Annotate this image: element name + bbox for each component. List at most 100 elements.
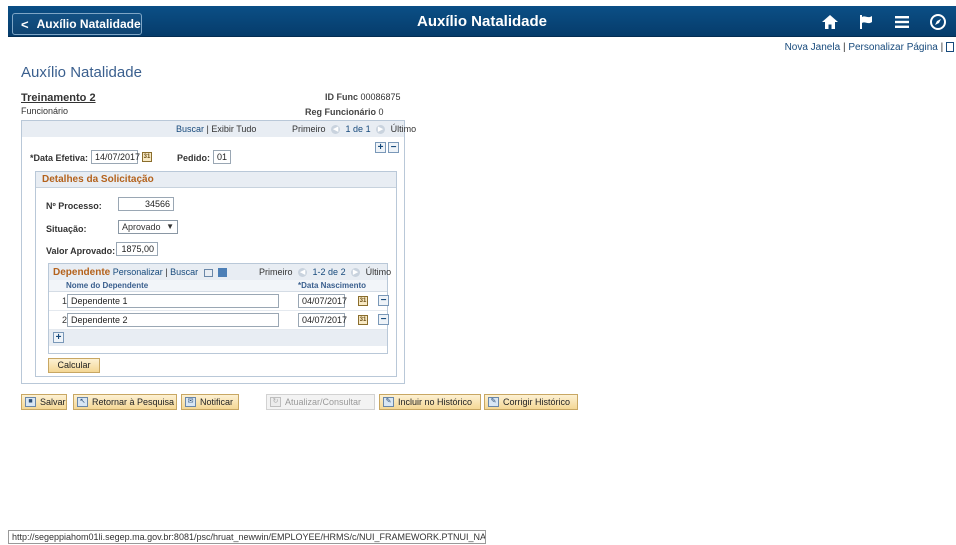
dependents-grid: Dependente Personalizar | Buscar Primeir… <box>48 263 391 354</box>
table-row: 2 Dependente 2 04/07/2017 31 − <box>49 311 389 330</box>
browser-status-url: http://segeppiahom01li.segep.ma.gov.br:8… <box>8 530 486 544</box>
return-to-search-button[interactable]: ↖ Retornar à Pesquisa <box>73 394 177 410</box>
first-label: Primeiro <box>292 124 326 134</box>
return-icon: ↖ <box>77 397 88 407</box>
table-row: 1 Dependente 1 04/07/2017 31 − <box>49 292 389 311</box>
link-separator: | <box>940 42 944 53</box>
status-label: Situação: <box>46 224 87 234</box>
update-icon: ↻ <box>270 397 281 407</box>
dependents-column-headers: Nome do Dependente *Data Nascimento <box>49 280 387 292</box>
order-label: Pedido: <box>177 153 210 163</box>
delete-row-icon[interactable]: − <box>388 142 399 153</box>
grid-nav: Primeiro ◀ 1-2 de 2 ▶ Último <box>259 267 392 278</box>
save-label: Salvar <box>40 397 66 407</box>
top-banner: < Auxílio Natalidade Auxílio Natalidade <box>8 6 956 37</box>
scroll-nav-bar: Buscar | Exibir Tudo Primeiro ◀ 1 de 1 ▶… <box>22 121 416 137</box>
grid-row-count: 1-2 de 2 <box>312 267 346 277</box>
return-label: Retornar à Pesquisa <box>92 397 175 407</box>
request-details-group: Detalhes da Solicitação Nº Processo: 345… <box>35 171 397 377</box>
column-header-name: Nome do Dependente <box>66 281 149 290</box>
process-label: Nº Processo: <box>46 201 102 211</box>
new-window-link[interactable]: Nova Janela <box>785 42 841 53</box>
notify-label: Notificar <box>200 397 234 407</box>
page-toolbar: ■ Salvar ↖ Retornar à Pesquisa ✉ Notific… <box>21 394 581 411</box>
view-all-link[interactable]: Exibir Tudo <box>211 124 256 134</box>
birth-date-input[interactable]: 04/07/2017 <box>298 294 347 308</box>
include-history-button[interactable]: ✎ Incluir no Histórico <box>379 394 481 410</box>
menu-icon[interactable] <box>884 10 920 34</box>
dependents-grid-header: Dependente Personalizar | Buscar Primeir… <box>49 264 391 280</box>
correct-history-icon: ✎ <box>488 397 499 407</box>
save-button[interactable]: ■ Salvar <box>21 394 67 410</box>
navbar-icon[interactable] <box>920 10 956 34</box>
correct-history-button[interactable]: ✎ Corrigir Histórico <box>484 394 578 410</box>
grid-first-label: Primeiro <box>259 267 293 277</box>
order-input[interactable]: 01 <box>213 150 231 164</box>
employee-reg: Reg Funcionário 0 <box>305 107 384 117</box>
column-header-birth: *Data Nascimento <box>298 281 367 290</box>
dependent-name-input[interactable]: Dependente 2 <box>67 313 279 327</box>
flag-icon[interactable] <box>848 10 884 34</box>
dependents-grid-footer: + <box>49 330 387 346</box>
personalize-page-link[interactable]: Personalizar Página <box>848 42 938 53</box>
page-title: Auxílio Natalidade <box>21 64 142 81</box>
home-icon[interactable] <box>812 10 848 34</box>
employee-id-label: ID Func <box>325 92 358 102</box>
link-separator: | <box>842 42 846 53</box>
employee-reg-value: 0 <box>378 107 384 117</box>
status-select-value: Aprovado <box>122 222 161 232</box>
search-link[interactable]: Buscar <box>176 124 204 134</box>
correct-history-label: Corrigir Histórico <box>503 397 571 407</box>
next-icon[interactable]: ▶ <box>376 125 386 135</box>
nav-separator: | <box>206 124 209 134</box>
effective-date-input[interactable]: 14/07/2017 <box>91 150 140 164</box>
chevron-down-icon: ▼ <box>166 222 174 231</box>
approved-amount-label: Valor Aprovado: <box>46 246 116 256</box>
notify-icon: ✉ <box>185 397 196 407</box>
update-display-button: ↻ Atualizar/Consultar <box>266 394 375 410</box>
previous-icon[interactable]: ◀ <box>331 125 341 135</box>
calculate-button[interactable]: Calcular <box>48 358 100 373</box>
request-details-header: Detalhes da Solicitação <box>36 172 396 188</box>
personalize-link[interactable]: Personalizar <box>113 267 163 277</box>
help-icon[interactable] <box>946 42 954 53</box>
effective-date-label: *Data Efetiva: <box>30 153 89 163</box>
include-history-label: Incluir no Histórico <box>398 397 473 407</box>
banner-actions <box>812 10 956 34</box>
birth-date-input[interactable]: 04/07/2017 <box>298 313 347 327</box>
calendar-icon[interactable]: 31 <box>358 315 368 325</box>
add-row-icon[interactable]: + <box>53 332 64 343</box>
grid-next-icon[interactable]: ▶ <box>351 268 361 278</box>
scroll-nav-left: Buscar | Exibir Tudo <box>176 124 256 134</box>
status-select[interactable]: Aprovado ▼ <box>118 220 178 234</box>
delete-row-icon[interactable]: − <box>378 295 389 306</box>
effective-date-scroll-area: Buscar | Exibir Tudo Primeiro ◀ 1 de 1 ▶… <box>21 120 416 384</box>
employee-id: ID Func 00086875 <box>325 92 401 102</box>
scroll-nav-right: Primeiro ◀ 1 de 1 ▶ Último <box>292 124 417 135</box>
page-links: Nova Janela | Personalizar Página | <box>785 42 954 53</box>
add-row-icon[interactable]: + <box>375 142 386 153</box>
grid-last-label: Último <box>365 267 392 277</box>
download-icon[interactable] <box>218 268 228 278</box>
employee-name: Treinamento 2 <box>21 92 96 104</box>
zoom-icon[interactable] <box>203 268 213 277</box>
employee-id-value: 00086875 <box>360 92 401 102</box>
grid-previous-icon[interactable]: ◀ <box>298 268 308 278</box>
grid-separator: | <box>165 267 168 277</box>
row-actions: + − <box>373 141 399 153</box>
save-icon: ■ <box>25 397 36 407</box>
approved-amount-input[interactable]: 1875,00 <box>116 242 158 256</box>
process-input[interactable]: 34566 <box>118 197 174 211</box>
include-history-icon: ✎ <box>383 397 394 407</box>
calendar-icon[interactable]: 31 <box>142 152 152 162</box>
delete-row-icon[interactable]: − <box>378 314 389 325</box>
calendar-icon[interactable]: 31 <box>358 296 368 306</box>
dependent-name-input[interactable]: Dependente 1 <box>67 294 279 308</box>
notify-button[interactable]: ✉ Notificar <box>181 394 239 410</box>
last-label: Último <box>390 124 417 134</box>
dependents-title: Dependente <box>53 267 111 278</box>
employee-role: Funcionário <box>21 106 69 116</box>
update-label: Atualizar/Consultar <box>285 397 362 407</box>
grid-search-link[interactable]: Buscar <box>170 267 198 277</box>
employee-reg-label: Reg Funcionário <box>305 107 377 117</box>
